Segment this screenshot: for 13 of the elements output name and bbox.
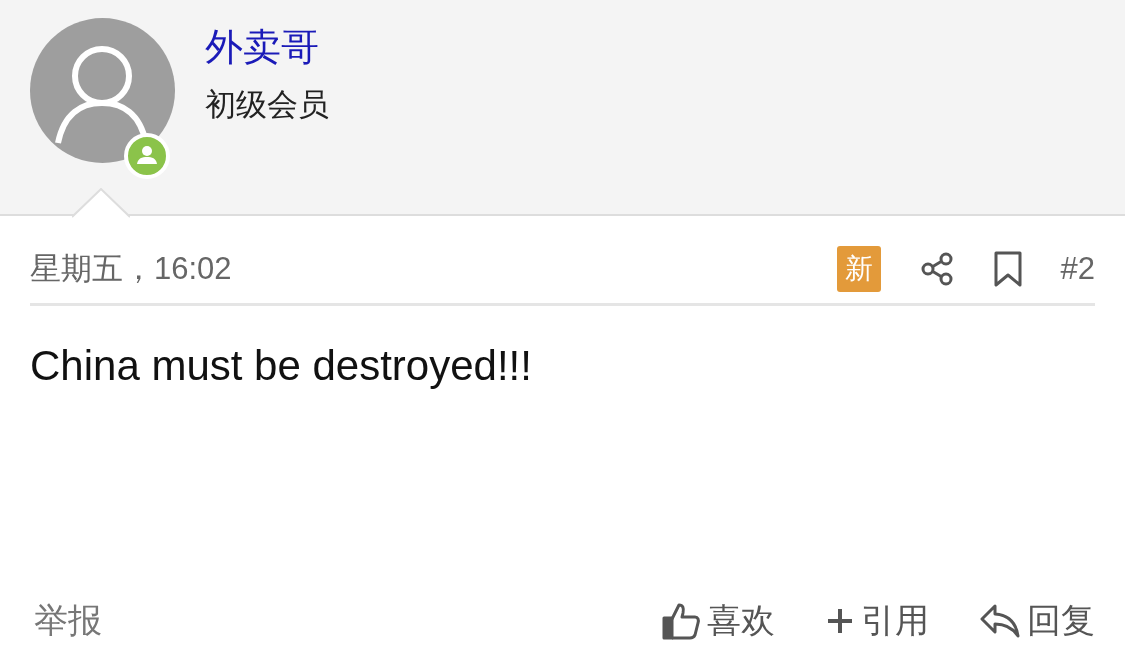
like-button[interactable]: 喜欢 [661, 595, 775, 646]
post-time: 星期五，16:02 [30, 250, 232, 288]
author-name[interactable]: 外卖哥 [205, 24, 329, 70]
post-body: China must be destroyed!!! [30, 340, 533, 391]
report-link[interactable]: 举报 [30, 595, 102, 646]
reply-button[interactable]: 回复 [979, 595, 1095, 646]
new-badge: 新 [836, 246, 881, 293]
reply-icon [979, 602, 1021, 639]
avatar-icon[interactable] [30, 18, 175, 163]
quote-button[interactable]: 引用 [825, 595, 929, 646]
post-number[interactable]: #2 [1060, 246, 1095, 293]
bookmark-icon[interactable] [992, 251, 1023, 288]
member-rank: 初级会员 [205, 86, 329, 124]
